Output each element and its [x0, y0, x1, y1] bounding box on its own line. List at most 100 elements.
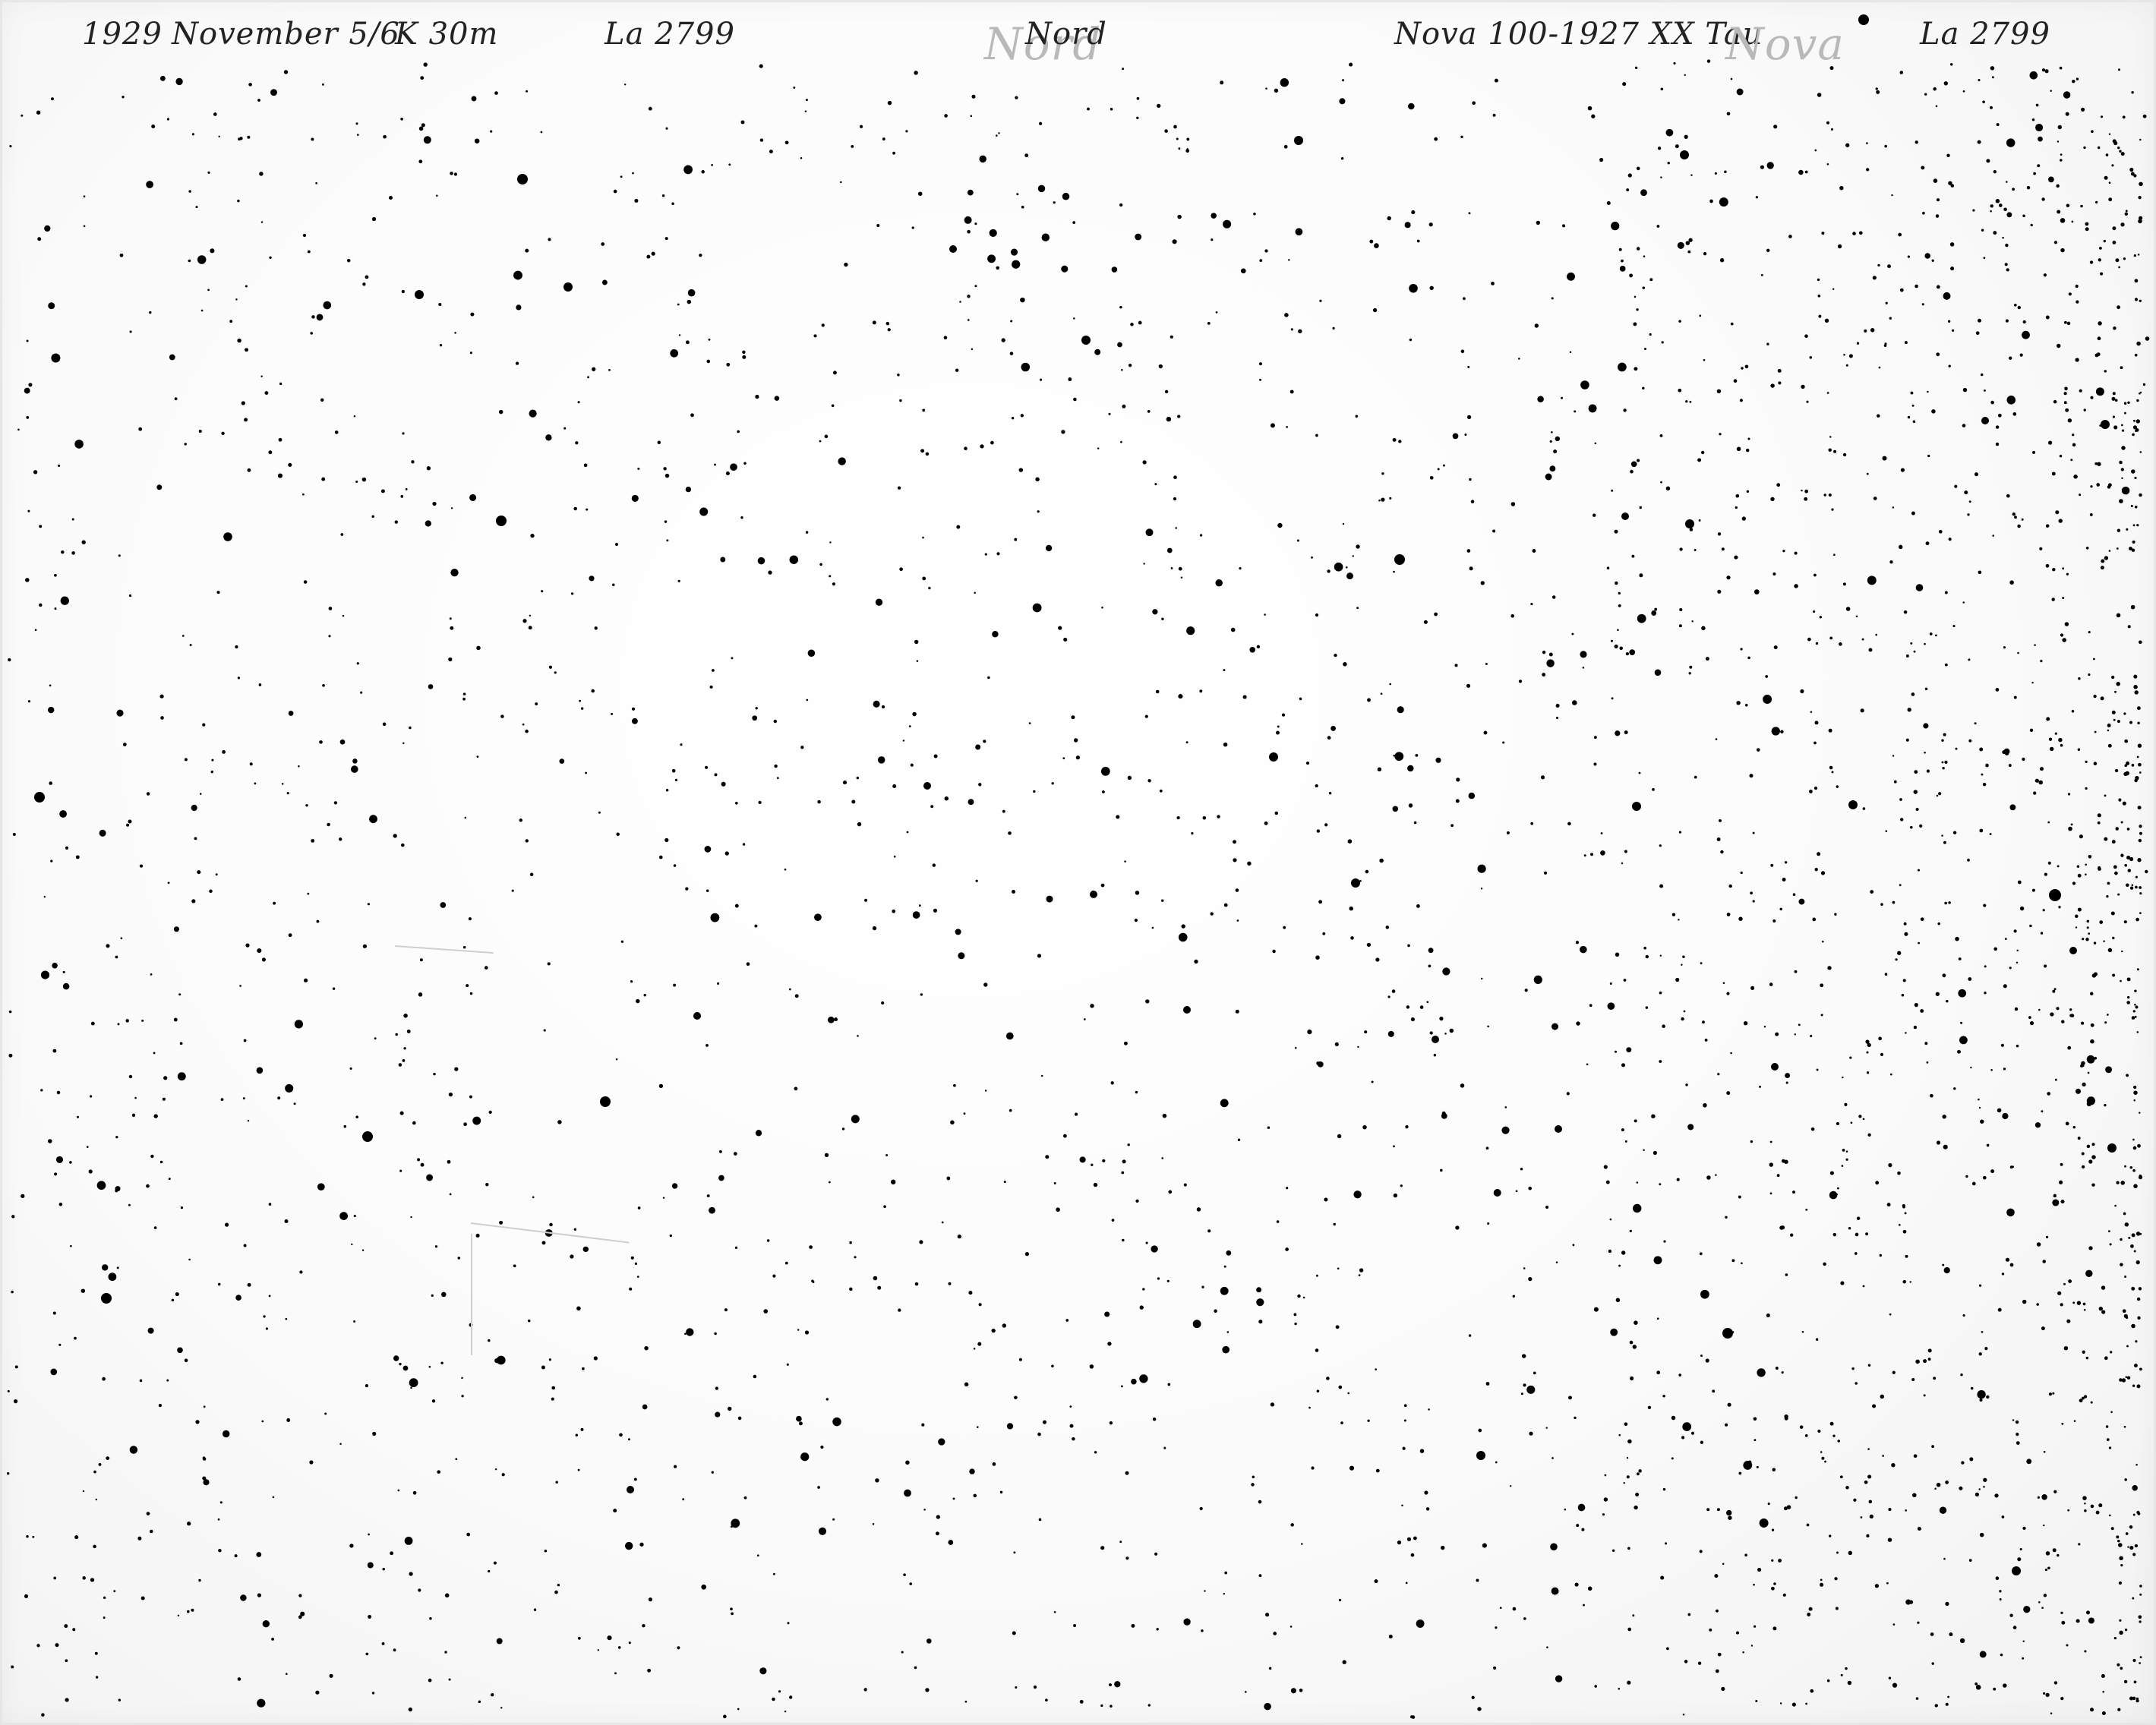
star: [1435, 757, 1441, 763]
star: [1804, 497, 1808, 501]
star: [1809, 355, 1813, 359]
star: [967, 229, 971, 234]
star: [975, 879, 978, 882]
star: [794, 994, 799, 998]
star: [1476, 1451, 1485, 1460]
star: [1981, 773, 1984, 776]
star: [1660, 481, 1662, 484]
star: [488, 1569, 491, 1573]
star: [1381, 472, 1384, 475]
star: [857, 1035, 859, 1037]
star: [2138, 762, 2142, 767]
star: [615, 543, 618, 546]
star: [1967, 859, 1970, 862]
star: [1100, 883, 1105, 888]
star: [881, 1001, 885, 1005]
star: [1705, 657, 1709, 661]
star: [1277, 522, 1283, 528]
star: [807, 649, 816, 658]
star: [1917, 1526, 1921, 1531]
star: [798, 1421, 803, 1426]
star: [1618, 591, 1621, 595]
star: [2000, 1043, 2004, 1047]
star: [2023, 1606, 2031, 1613]
star: [820, 1445, 824, 1449]
star: [1879, 1254, 1882, 1257]
star: [1614, 529, 1618, 534]
star: [113, 1590, 116, 1593]
star: [1594, 736, 1597, 740]
star: [964, 1700, 968, 1703]
star: [494, 1358, 500, 1364]
star: [1636, 1472, 1640, 1476]
star: [1259, 378, 1261, 381]
star: [8, 1053, 13, 1058]
star: [800, 746, 804, 749]
star: [1858, 231, 1863, 235]
star: [2130, 504, 2133, 508]
star: [1788, 235, 1792, 238]
star: [1494, 78, 1498, 83]
star: [349, 1544, 354, 1548]
star: [1832, 1232, 1837, 1237]
star: [1687, 1124, 1694, 1131]
star: [1071, 715, 1075, 720]
star: [1888, 1676, 1892, 1679]
star: [543, 1029, 546, 1032]
star: [1794, 584, 1798, 588]
star: [1759, 1518, 1769, 1528]
star: [1161, 899, 1164, 902]
star: [191, 1608, 194, 1612]
star: [1918, 941, 1920, 944]
star: [39, 603, 43, 607]
star: [298, 1594, 302, 1597]
star: [984, 553, 987, 556]
star: [1801, 1331, 1804, 1333]
star: [399, 1111, 404, 1115]
star: [1244, 1691, 1247, 1693]
star: [2107, 724, 2111, 727]
star: [1699, 314, 1702, 317]
star: [1428, 222, 1433, 227]
star: [1315, 613, 1319, 617]
star: [1161, 1157, 1164, 1159]
star: [1684, 134, 1688, 139]
star: [1366, 942, 1372, 948]
star: [151, 125, 156, 128]
star: [437, 1470, 441, 1474]
star: [1576, 1021, 1580, 1026]
star: [1429, 1031, 1433, 1035]
star: [2129, 167, 2134, 172]
star: [1204, 1590, 1206, 1592]
star: [2026, 186, 2031, 190]
star: [1270, 1402, 1275, 1407]
star: [374, 1037, 377, 1040]
star: [2034, 644, 2036, 646]
star: [1378, 499, 1381, 502]
star: [1715, 1669, 1719, 1673]
star: [2086, 1055, 2095, 1064]
star: [1470, 500, 1475, 503]
star: [1936, 352, 1940, 357]
star: [919, 1240, 923, 1244]
star: [219, 1501, 223, 1504]
star: [1945, 1702, 1949, 1706]
star: [281, 783, 284, 785]
star: [1651, 1114, 1656, 1118]
star: [1915, 1359, 1920, 1364]
star: [2039, 547, 2043, 550]
star: [88, 1169, 93, 1174]
star: [2057, 210, 2061, 214]
star: [1990, 204, 1993, 208]
star: [1833, 553, 1836, 557]
star: [1882, 456, 1887, 461]
star: [1398, 440, 1402, 443]
star: [235, 645, 238, 649]
star: [1924, 752, 1926, 754]
star: [529, 614, 532, 617]
star: [1685, 400, 1688, 403]
star: [1627, 1680, 1631, 1685]
star: [2100, 115, 2104, 118]
star: [1326, 1377, 1330, 1380]
star: [1485, 1146, 1489, 1150]
